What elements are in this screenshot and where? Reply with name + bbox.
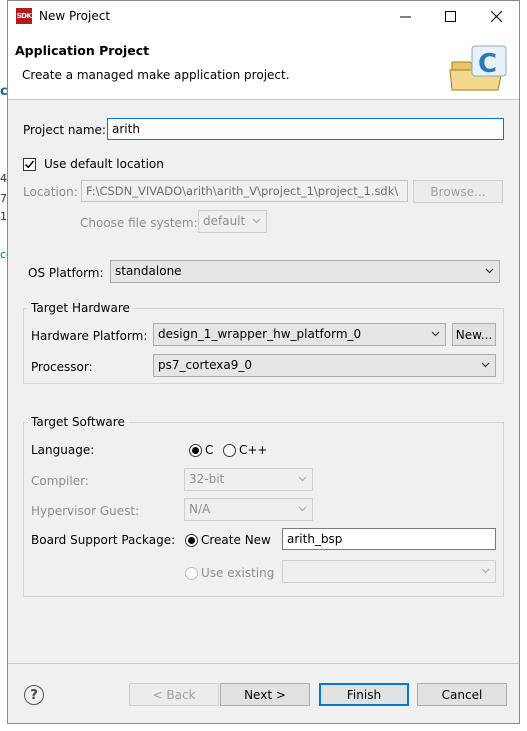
processor-select[interactable]: ps7_cortexa9_0 [153, 354, 496, 377]
c-project-folder-icon: C [448, 44, 510, 97]
wizard-description: Create a managed make application projec… [22, 68, 290, 82]
processor-value: ps7_cortexa9_0 [158, 358, 252, 372]
new-project-dialog: SDK New Project Application Project Crea… [7, 0, 520, 724]
hardware-platform-value: design_1_wrapper_hw_platform_0 [158, 327, 362, 341]
close-button[interactable] [474, 1, 519, 32]
file-system-select[interactable]: default [198, 210, 267, 233]
chevron-down-icon [481, 362, 490, 368]
compiler-select[interactable]: 32-bit [184, 468, 313, 491]
os-platform-label: OS Platform: [28, 266, 104, 280]
bsp-label: Board Support Package: [31, 533, 176, 547]
language-cpp-label: C++ [239, 443, 268, 457]
checkmark-icon [24, 160, 35, 169]
location-input[interactable]: F:\CSDN_VIVADO\arith\arith_V\project_1\p… [81, 180, 408, 202]
footer-divider [8, 663, 519, 664]
language-cpp-radio[interactable] [223, 444, 236, 457]
compiler-label: Compiler: [31, 474, 89, 488]
wizard-header: Application Project Create a managed mak… [8, 32, 519, 100]
hypervisor-guest-label: Hypervisor Guest: [31, 504, 140, 518]
use-default-location-label: Use default location [44, 157, 164, 171]
chevron-down-icon [485, 268, 494, 274]
chevron-down-icon [298, 476, 307, 482]
target-software-title: Target Software [27, 415, 129, 429]
minimize-button[interactable] [383, 1, 428, 32]
svg-text:C: C [478, 49, 497, 79]
finish-button[interactable]: Finish [319, 683, 409, 706]
background-fragment: 1 [0, 210, 7, 223]
os-platform-value: standalone [115, 264, 182, 278]
back-button[interactable]: < Back [129, 683, 219, 706]
maximize-icon [445, 11, 456, 22]
compiler-value: 32-bit [189, 472, 225, 486]
chevron-down-icon [298, 506, 307, 512]
file-system-value: default [203, 214, 246, 228]
os-platform-select[interactable]: standalone [110, 260, 500, 283]
maximize-button[interactable] [428, 1, 473, 32]
background-fragment: 7 [0, 192, 7, 205]
close-icon [491, 11, 502, 22]
window-title: New Project [39, 9, 111, 23]
target-hardware-title: Target Hardware [27, 301, 134, 315]
hardware-platform-label: Hardware Platform: [31, 329, 148, 343]
chevron-down-icon [252, 218, 261, 224]
cancel-button[interactable]: Cancel [417, 683, 507, 706]
language-label: Language: [31, 443, 95, 457]
help-icon[interactable]: ? [24, 685, 44, 705]
wizard-title: Application Project [15, 43, 150, 58]
processor-label: Processor: [31, 360, 93, 374]
minimize-icon [400, 16, 411, 18]
sdk-app-icon: SDK [16, 8, 32, 24]
hypervisor-guest-select[interactable]: N/A [184, 498, 313, 521]
location-label: Location: [23, 185, 78, 199]
background-fragment: 4 [0, 172, 7, 185]
file-system-label: Choose file system: [80, 216, 198, 230]
hardware-platform-select[interactable]: design_1_wrapper_hw_platform_0 [153, 323, 446, 346]
bsp-use-existing-radio[interactable] [185, 567, 198, 580]
bsp-name-input[interactable]: arith_bsp [282, 528, 496, 550]
browse-button[interactable]: Browse... [413, 180, 503, 203]
hypervisor-guest-value: N/A [189, 502, 211, 516]
project-name-label: Project name: [23, 123, 106, 137]
bsp-create-new-label: Create New [201, 533, 271, 547]
next-button[interactable]: Next > [220, 683, 310, 706]
bsp-create-new-radio[interactable] [185, 534, 198, 547]
bsp-use-existing-label: Use existing [201, 566, 275, 580]
title-bar[interactable]: SDK New Project [8, 1, 519, 32]
project-name-input[interactable]: arith [107, 118, 504, 140]
language-c-label: C [205, 443, 214, 457]
chevron-down-icon [481, 568, 490, 574]
chevron-down-icon [431, 331, 440, 337]
use-default-location-checkbox[interactable] [23, 158, 36, 171]
language-c-radio[interactable] [189, 444, 202, 457]
bsp-existing-select[interactable] [282, 560, 496, 583]
new-hardware-platform-button[interactable]: New... [452, 323, 496, 346]
